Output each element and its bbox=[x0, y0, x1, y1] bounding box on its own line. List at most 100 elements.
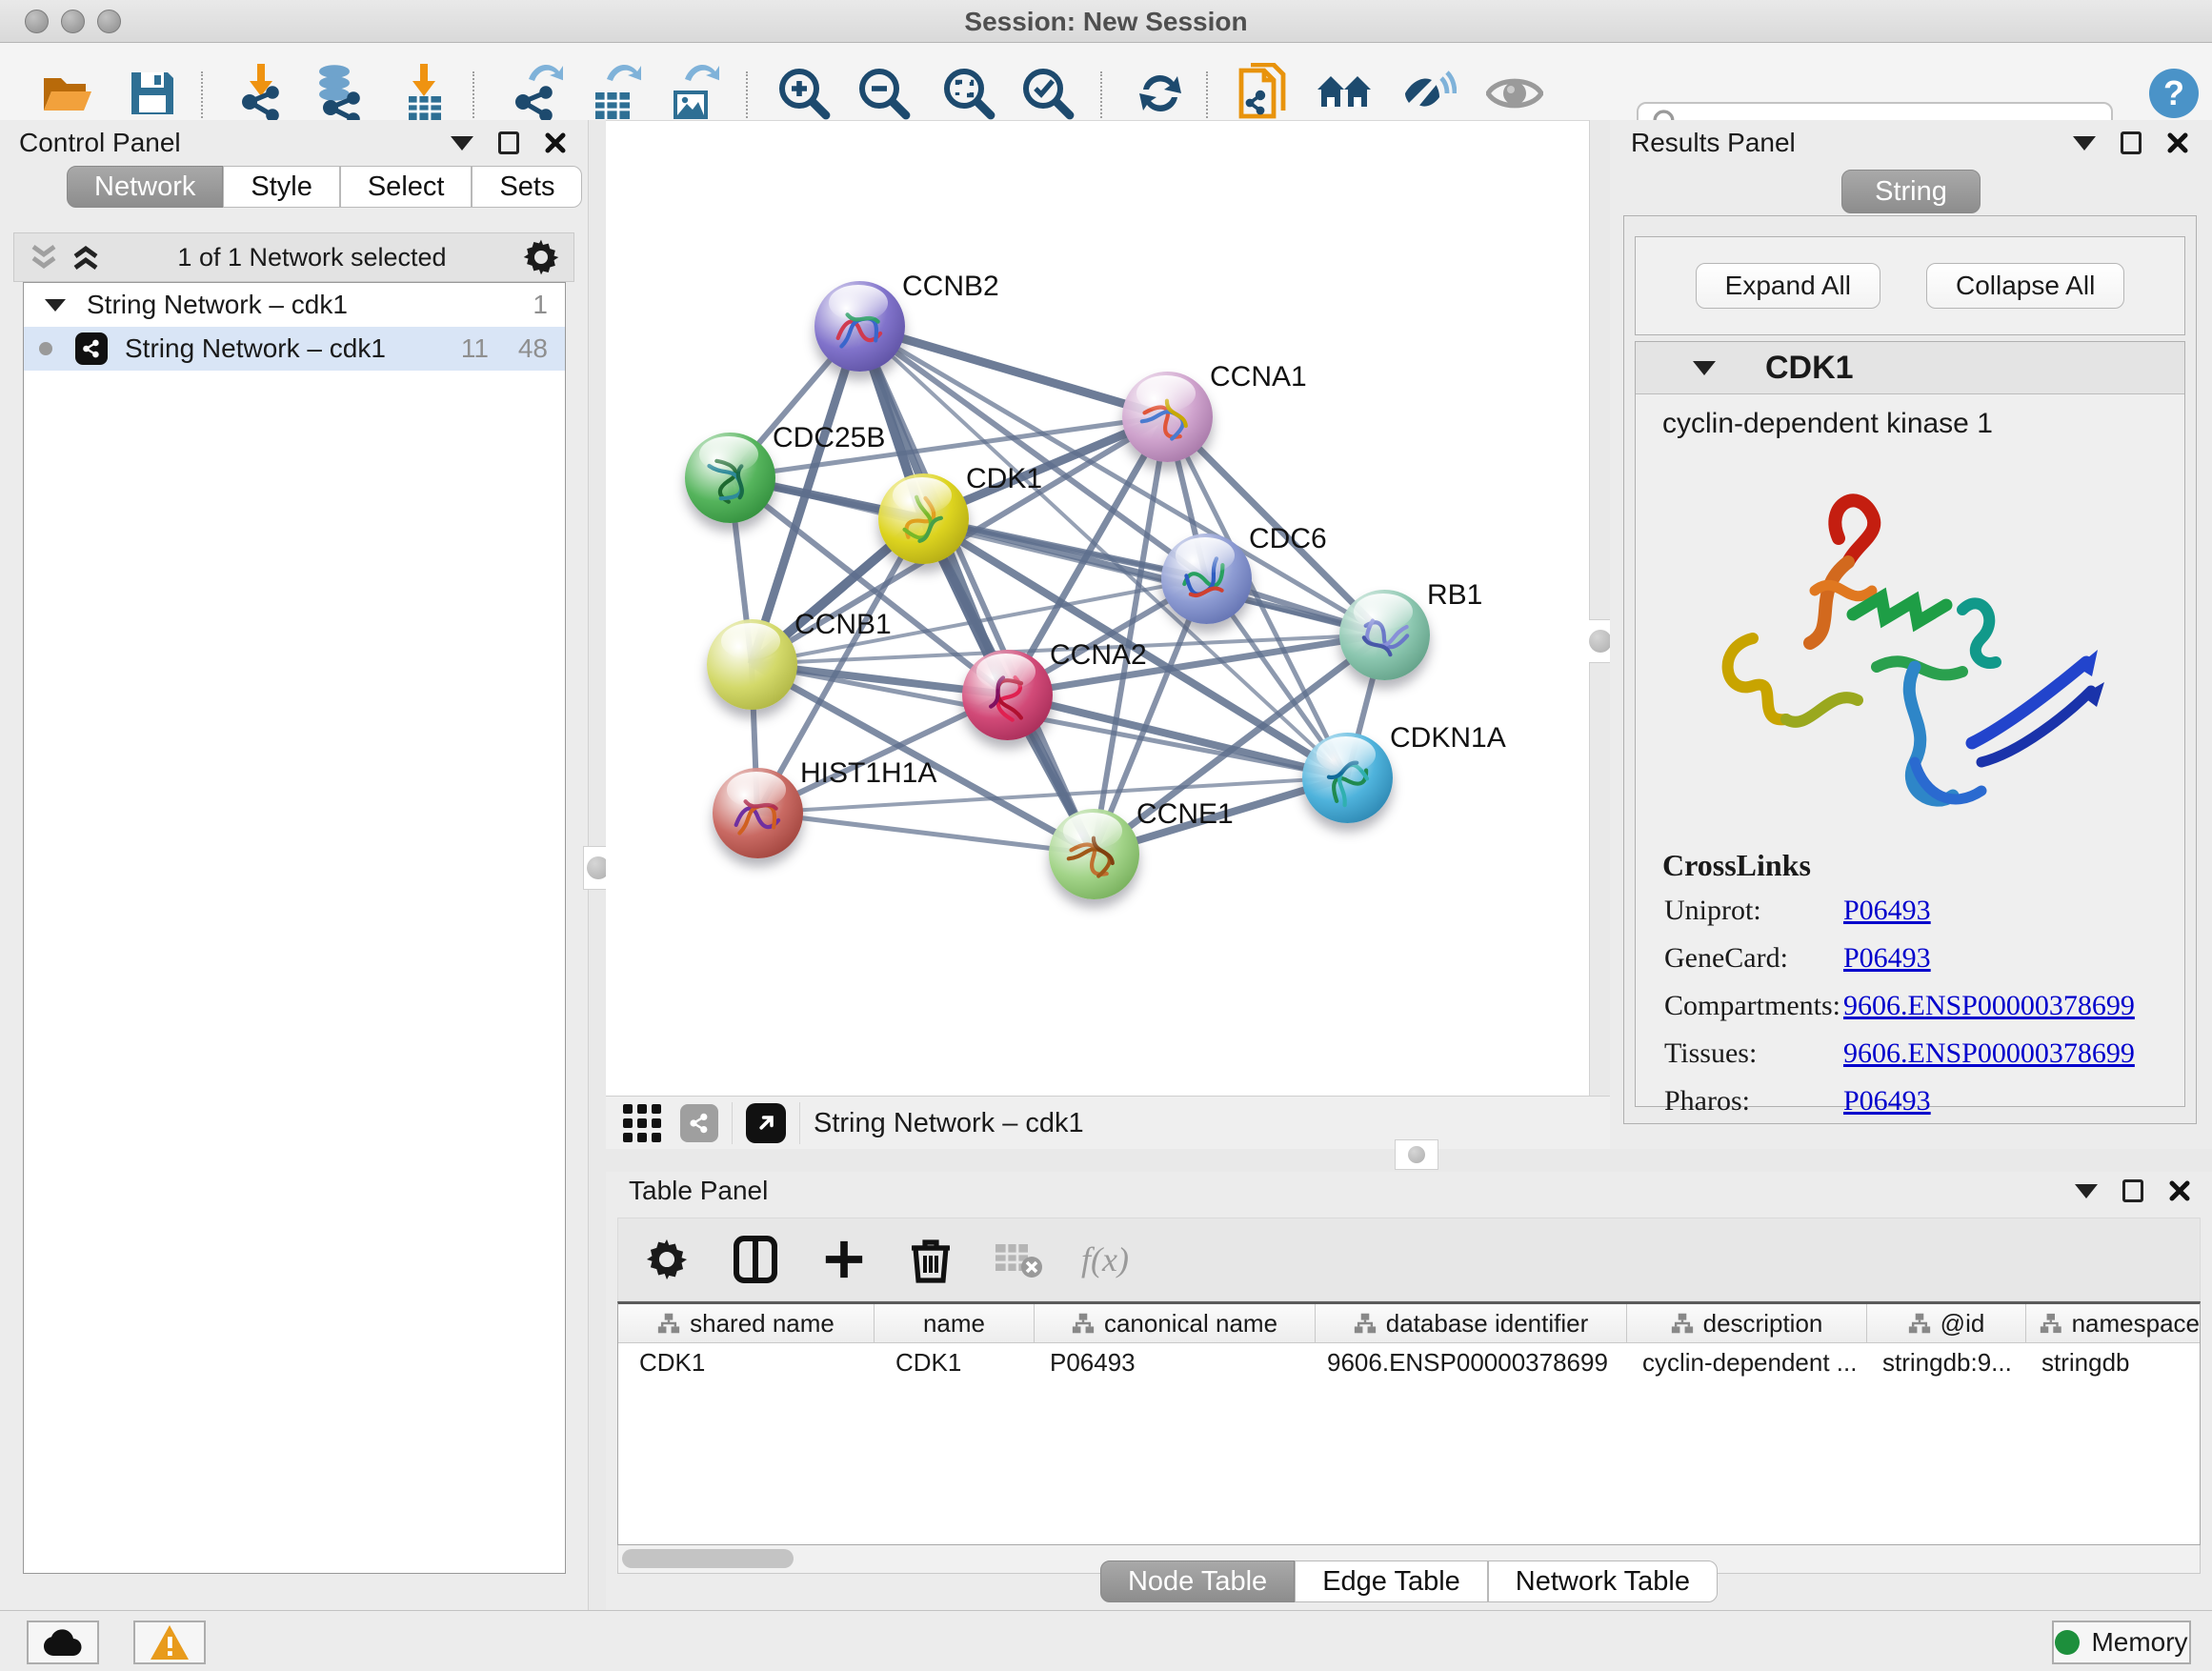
birds-eye-view-button[interactable] bbox=[1484, 63, 1545, 124]
zoom-fit-button[interactable] bbox=[938, 63, 999, 124]
cloud-button[interactable] bbox=[27, 1621, 99, 1664]
zoom-out-button[interactable] bbox=[854, 63, 915, 124]
network-node[interactable] bbox=[814, 281, 905, 372]
column-header[interactable]: name bbox=[875, 1304, 1035, 1342]
table-panel-float-icon[interactable] bbox=[2122, 1179, 2143, 1202]
crosslink-link[interactable]: P06493 bbox=[1843, 895, 1931, 927]
network-node[interactable] bbox=[707, 619, 797, 710]
zoom-in-button[interactable] bbox=[774, 63, 835, 124]
tab-network[interactable]: Network bbox=[67, 166, 223, 208]
collection-label: String Network – cdk1 bbox=[87, 290, 348, 320]
import-network-database-button[interactable] bbox=[309, 63, 370, 124]
network-canvas[interactable]: CCNB2CCNA1CDC25BCDK1CDC6RB1CCNB1CCNA2CDK… bbox=[606, 120, 1589, 1097]
refresh-button[interactable] bbox=[1130, 63, 1191, 124]
control-panel-title: Control Panel bbox=[19, 128, 181, 158]
network-status-dot bbox=[39, 342, 52, 355]
network-node[interactable] bbox=[1339, 590, 1430, 680]
graphics-details-toggle-button[interactable] bbox=[1398, 63, 1459, 124]
delete-column-icon[interactable] bbox=[910, 1235, 952, 1284]
network-node[interactable] bbox=[713, 768, 803, 858]
expand-all-networks-icon[interactable] bbox=[70, 243, 102, 272]
network-node[interactable] bbox=[1161, 534, 1252, 624]
collapse-all-button[interactable]: Collapse All bbox=[1926, 263, 2124, 309]
export-network-button[interactable] bbox=[505, 63, 566, 124]
open-in-window-icon[interactable] bbox=[746, 1103, 786, 1143]
warnings-button[interactable] bbox=[133, 1621, 206, 1664]
crosslink-link[interactable]: P06493 bbox=[1843, 1085, 1931, 1117]
control-panel-menu-icon[interactable] bbox=[451, 136, 473, 151]
column-header[interactable]: database identifier bbox=[1316, 1304, 1627, 1342]
column-header[interactable]: namespace bbox=[2026, 1304, 2200, 1342]
tab-string[interactable]: String bbox=[1841, 170, 1981, 213]
column-header[interactable]: shared name bbox=[618, 1304, 875, 1342]
crosslink-link[interactable]: P06493 bbox=[1843, 942, 1931, 975]
results-panel-menu-icon[interactable] bbox=[2073, 136, 2096, 151]
network-node[interactable] bbox=[878, 473, 969, 564]
refresh-icon bbox=[1134, 67, 1187, 120]
crosslink-link[interactable]: 9606.ENSP00000378699 bbox=[1843, 990, 2135, 1022]
network-options-gear-icon[interactable] bbox=[522, 238, 560, 276]
import-network-file-button[interactable] bbox=[231, 63, 292, 124]
column-label: database identifier bbox=[1386, 1309, 1588, 1339]
cell-name[interactable]: CDK1 bbox=[875, 1343, 1035, 1381]
table-row[interactable]: CDK1 CDK1 P06493 9606.ENSP00000378699 cy… bbox=[618, 1343, 2200, 1381]
tab-style[interactable]: Style bbox=[223, 166, 339, 208]
export-table-button[interactable] bbox=[583, 63, 644, 124]
tab-node-table[interactable]: Node Table bbox=[1100, 1560, 1295, 1602]
network-row-selected[interactable]: String Network – cdk1 11 48 bbox=[24, 327, 565, 371]
left-splitter[interactable] bbox=[588, 120, 608, 1610]
collection-expander-icon[interactable] bbox=[45, 299, 66, 312]
tab-network-table[interactable]: Network Table bbox=[1488, 1560, 1718, 1602]
column-header[interactable]: canonical name bbox=[1035, 1304, 1316, 1342]
table-panel-menu-icon[interactable] bbox=[2075, 1184, 2098, 1198]
collapse-all-networks-icon[interactable] bbox=[28, 243, 60, 272]
network-node[interactable] bbox=[1049, 809, 1139, 899]
import-table-file-button[interactable] bbox=[393, 63, 454, 124]
network-node[interactable] bbox=[962, 650, 1053, 740]
network-node[interactable] bbox=[685, 433, 775, 523]
tab-edge-table[interactable]: Edge Table bbox=[1295, 1560, 1488, 1602]
column-label: shared name bbox=[690, 1309, 835, 1339]
horizontal-splitter-handle[interactable] bbox=[1395, 1139, 1438, 1170]
network-node[interactable] bbox=[1302, 733, 1393, 823]
zoom-selected-button[interactable] bbox=[1017, 63, 1078, 124]
network-badge-icon[interactable] bbox=[680, 1104, 718, 1142]
network-collection-row[interactable]: String Network – cdk1 1 bbox=[24, 283, 565, 327]
control-panel-float-icon[interactable] bbox=[498, 131, 519, 154]
column-header[interactable]: @id bbox=[1867, 1304, 2026, 1342]
tab-sets[interactable]: Sets bbox=[472, 166, 582, 208]
right-splitter[interactable] bbox=[1589, 120, 1612, 1149]
cell-description[interactable]: cyclin-dependent ... bbox=[1627, 1343, 1867, 1381]
open-session-button[interactable] bbox=[38, 63, 99, 124]
results-panel-float-icon[interactable] bbox=[2121, 131, 2142, 154]
table-panel-close-icon[interactable] bbox=[2168, 1179, 2191, 1202]
export-image-button[interactable] bbox=[661, 63, 722, 124]
network-edge[interactable] bbox=[757, 813, 1094, 854]
column-type-icon bbox=[1354, 1312, 1377, 1335]
cell-shared-name[interactable]: CDK1 bbox=[618, 1343, 875, 1381]
table-options-gear-icon[interactable] bbox=[645, 1238, 689, 1281]
home-networks-button[interactable] bbox=[1315, 63, 1376, 124]
add-column-icon[interactable] bbox=[822, 1238, 866, 1281]
entry-expander-icon[interactable] bbox=[1693, 361, 1716, 375]
cell-id[interactable]: stringdb:9... bbox=[1867, 1343, 2026, 1381]
expand-all-button[interactable]: Expand All bbox=[1696, 263, 1880, 309]
cell-namespace[interactable]: stringdb bbox=[2026, 1343, 2200, 1381]
cell-database-identifier[interactable]: 9606.ENSP00000378699 bbox=[1316, 1343, 1627, 1381]
cell-canonical-name[interactable]: P06493 bbox=[1035, 1343, 1316, 1381]
horizontal-splitter[interactable] bbox=[606, 1149, 2212, 1172]
memory-button[interactable]: Memory bbox=[2052, 1621, 2191, 1664]
results-panel-close-icon[interactable] bbox=[2166, 131, 2189, 154]
tab-select[interactable]: Select bbox=[340, 166, 473, 208]
help-button[interactable]: ? bbox=[2143, 63, 2204, 124]
entry-header[interactable]: CDK1 bbox=[1636, 342, 2184, 394]
network-node[interactable] bbox=[1122, 372, 1213, 462]
show-columns-icon[interactable] bbox=[733, 1235, 778, 1284]
crosslink-link[interactable]: 9606.ENSP00000378699 bbox=[1843, 1037, 2135, 1070]
crosslink-row: Pharos: P06493 bbox=[1664, 1085, 2184, 1117]
save-session-button[interactable] bbox=[122, 63, 183, 124]
grid-view-icon[interactable] bbox=[621, 1102, 663, 1144]
share-network-file-button[interactable] bbox=[1233, 63, 1294, 124]
column-header[interactable]: description bbox=[1627, 1304, 1867, 1342]
control-panel-close-icon[interactable] bbox=[544, 131, 567, 154]
